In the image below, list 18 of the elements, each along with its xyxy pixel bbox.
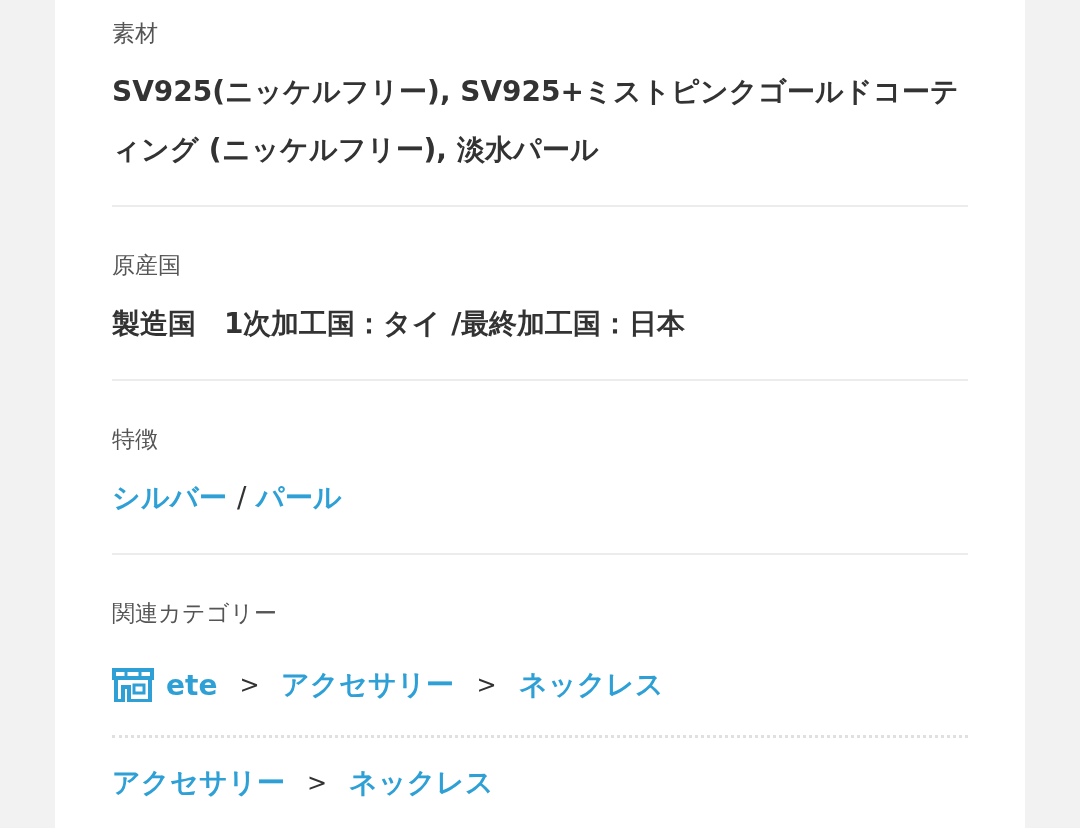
breadcrumb-link[interactable]: ete	[166, 668, 218, 702]
breadcrumb-link[interactable]: ネックレス	[349, 764, 495, 802]
section-value: SV925(ニッケルフリー), SV925+ミストピンクゴールドコーティング (ニッケルフリー), 淡水パール	[112, 74, 960, 168]
section-label: 原産国	[112, 251, 182, 280]
section-label: 特徴	[112, 425, 159, 454]
breadcrumb-separator: >	[476, 671, 497, 699]
tag-link[interactable]: シルバー	[112, 469, 227, 527]
store-icon	[112, 668, 154, 702]
separator: /	[237, 480, 247, 516]
tag-link[interactable]: パール	[256, 469, 343, 527]
breadcrumb-separator: >	[307, 769, 328, 797]
breadcrumb-link[interactable]: アクセサリー	[281, 666, 455, 704]
section-label: 素材	[112, 19, 159, 48]
breadcrumb-separator: >	[239, 671, 260, 699]
breadcrumb-link[interactable]: ネックレス	[518, 666, 664, 704]
section-value: 製造国 1次加工国：タイ /最終加工国：日本	[112, 306, 687, 342]
breadcrumb-link[interactable]: アクセサリー	[112, 764, 285, 802]
section-label: 関連カテゴリー	[112, 599, 278, 628]
